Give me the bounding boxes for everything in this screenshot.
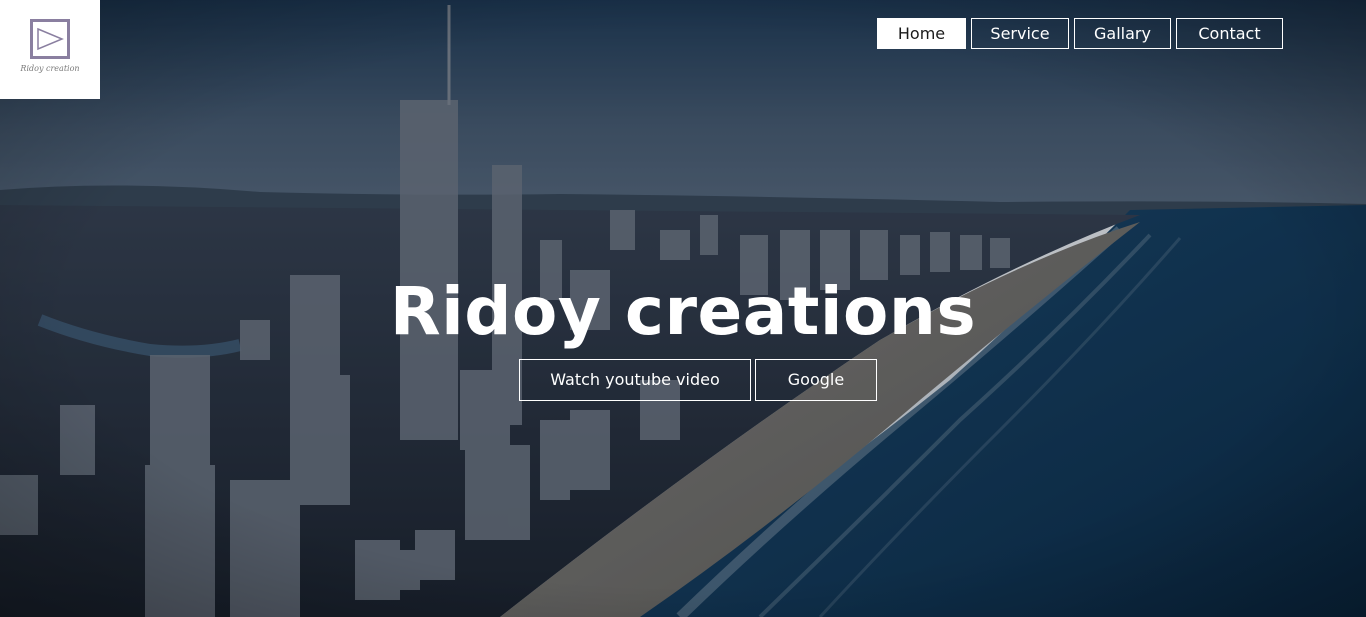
hero-cta-group: Watch youtube video Google [519, 359, 877, 401]
nav-home-button[interactable]: Home [877, 18, 966, 49]
watch-youtube-button[interactable]: Watch youtube video [519, 359, 751, 401]
main-nav: Home Service Gallary Contact [877, 18, 1283, 49]
nav-contact-button[interactable]: Contact [1176, 18, 1283, 49]
logo-text: Ridoy creation [20, 64, 80, 73]
google-button[interactable]: Google [755, 359, 877, 401]
hero-section: Ridoy creation Home Service Gallary Cont… [0, 0, 1366, 617]
play-triangle-icon [37, 27, 64, 51]
logo-frame [30, 19, 70, 59]
hero-title: Ridoy creations [389, 273, 977, 350]
nav-gallary-button[interactable]: Gallary [1074, 18, 1171, 49]
logo[interactable]: Ridoy creation [0, 0, 100, 99]
nav-service-button[interactable]: Service [971, 18, 1069, 49]
